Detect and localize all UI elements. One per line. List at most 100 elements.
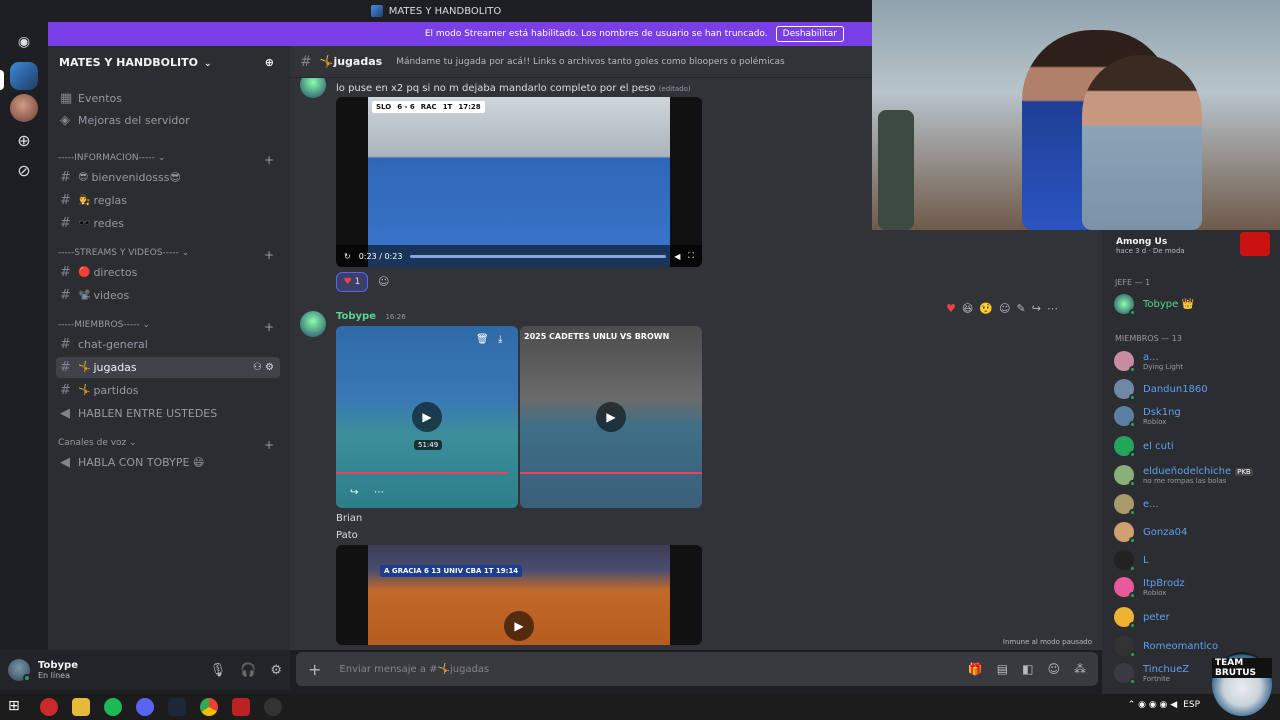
member-item[interactable]: eldueñodelchiche PKB no me rompas las bola… xyxy=(1114,462,1274,488)
channel-settings-icon[interactable]: ⚇ ⚙ xyxy=(253,362,274,373)
add-reaction-icon[interactable]: ☺ xyxy=(378,275,389,288)
disable-streamer-button[interactable]: Deshabilitar xyxy=(775,26,844,42)
message-author[interactable]: Tobype 16:26 xyxy=(336,311,406,322)
steam-icon[interactable] xyxy=(168,698,186,716)
add-server-icon[interactable]: ⊕ xyxy=(10,126,38,154)
replay-icon[interactable]: ↻ xyxy=(344,252,351,261)
member-item[interactable]: Dsk1ng Roblox xyxy=(1114,403,1274,429)
gear-icon[interactable]: ⚙ xyxy=(270,663,282,678)
play-icon[interactable]: ▶ xyxy=(412,402,442,432)
member-item[interactable]: Tobype 👑 xyxy=(1114,291,1274,317)
play-icon[interactable]: ▶ xyxy=(596,402,626,432)
member-item[interactable]: peter xyxy=(1114,604,1274,630)
video-player-4[interactable]: A GRACIA 6 13 UNIV CBA 1T 19:14 ▶ xyxy=(336,545,702,645)
sidebar-item-mejoras[interactable]: ◈ Mejoras del servidor xyxy=(56,110,280,131)
channel-bienvenidosss[interactable]: # 😎 bienvenidosss 😎 xyxy=(56,167,280,188)
slowmode-immune-note: Inmune al modo pausado xyxy=(1002,638,1092,646)
server-mates-y-handbolito[interactable] xyxy=(10,62,38,90)
channel-directos[interactable]: # 🔴 directos xyxy=(56,262,280,283)
video-time: 0:23 / 0:23 xyxy=(358,251,403,261)
avatar xyxy=(1114,550,1136,572)
avatar[interactable] xyxy=(8,659,31,682)
sticker-icon[interactable]: ◧ xyxy=(1022,662,1033,676)
member-item[interactable]: a... Dying Light xyxy=(1114,348,1274,374)
laugh-reaction-icon[interactable]: 😆 xyxy=(962,302,973,315)
member-item[interactable]: ItpBrodz Roblox xyxy=(1114,574,1274,600)
reply-icon[interactable]: ↪ xyxy=(1032,302,1041,315)
apps-icon[interactable]: ⁂ xyxy=(1074,662,1086,676)
discover-icon[interactable]: ⊘ xyxy=(10,156,38,184)
play-icon[interactable]: ▶ xyxy=(504,611,534,641)
emoji-icon[interactable]: ☺ xyxy=(1047,662,1060,676)
category-informacion[interactable]: -----INFORMACION----- ⌄ + xyxy=(58,153,278,167)
obs-icon[interactable] xyxy=(264,698,282,716)
add-channel-icon[interactable]: + xyxy=(264,248,274,262)
add-reaction-icon[interactable]: ☺ xyxy=(999,302,1010,315)
channel-topic[interactable]: Mándame tu jugada por acá!! Links o arch… xyxy=(396,57,785,67)
online-status-dot xyxy=(23,674,31,682)
sidebar-item-eventos[interactable]: ▦ Eventos xyxy=(56,88,280,109)
category-voz[interactable]: Canales de voz ⌄ + xyxy=(58,438,278,452)
add-channel-icon[interactable]: + xyxy=(264,438,274,452)
video-progress-bar[interactable] xyxy=(410,254,667,258)
more-icon[interactable]: ⋯ xyxy=(374,487,384,498)
category-streams[interactable]: -----STREAMS Y VIDEOS----- ⌄ + xyxy=(58,248,278,262)
add-attachment-icon[interactable]: + xyxy=(308,660,321,679)
more-icon[interactable]: ⋯ xyxy=(1047,302,1058,315)
channel-redes[interactable]: # 🕶️ redes xyxy=(56,213,280,234)
gift-icon[interactable]: 🎁 xyxy=(968,662,983,676)
member-item[interactable]: Gonza04 xyxy=(1114,519,1274,545)
channel-jugadas[interactable]: # 🤸 jugadas ⚇ ⚙ xyxy=(56,357,280,378)
category-miembros[interactable]: -----MIEMBROS----- ⌄ + xyxy=(58,320,278,334)
download-icon[interactable]: ⤓ xyxy=(498,334,502,345)
add-channel-icon[interactable]: + xyxy=(264,153,274,167)
windows-start-icon[interactable]: ⊞ xyxy=(8,698,26,716)
trash-icon[interactable]: 🗑 xyxy=(476,334,489,345)
add-channel-icon[interactable]: + xyxy=(264,320,274,334)
channel-chat-general[interactable]: # chat-general xyxy=(56,334,280,355)
chrome-icon[interactable] xyxy=(200,698,218,716)
headphones-icon[interactable]: 🎧 xyxy=(240,663,256,678)
folder-icon[interactable] xyxy=(72,698,90,716)
edit-icon[interactable]: ✎ xyxy=(1017,302,1026,315)
avatar[interactable] xyxy=(300,78,326,98)
invite-icon[interactable]: ⊕ xyxy=(265,56,274,69)
volume-icon[interactable]: ◀ xyxy=(674,252,680,261)
tray-icons[interactable]: ⌃ ◉ ◉ ◉ ◀ xyxy=(1128,700,1177,710)
voice-channel-hablen[interactable]: ◀ HABLEN ENTRE USTEDES xyxy=(56,403,280,424)
member-item[interactable]: Dandun1860 xyxy=(1114,376,1274,402)
member-item[interactable]: L xyxy=(1114,547,1274,573)
share-icon[interactable]: ↪ xyxy=(350,487,358,498)
message-composer[interactable]: + Enviar mensaje a #🤸jugadas 🎁 ▤ ◧ ☺ ⁂ xyxy=(296,652,1098,686)
language-indicator[interactable]: ESP xyxy=(1183,700,1200,710)
gif-icon[interactable]: ▤ xyxy=(997,662,1008,676)
server-header[interactable]: MATES Y HANDBOLITO ⌄ ⊕ xyxy=(48,46,290,78)
avatar[interactable] xyxy=(300,311,326,337)
microphone-icon[interactable]: 🎙 xyxy=(210,663,227,678)
reaction-heart[interactable]: ♥ 1 xyxy=(336,272,368,292)
spotify-icon[interactable] xyxy=(104,698,122,716)
channel-partidos[interactable]: # 🤸 partidos xyxy=(56,380,280,401)
video-title: 2025 CADETES UNLU VS BROWN xyxy=(524,332,670,341)
message-input[interactable]: Enviar mensaje a #🤸jugadas xyxy=(339,664,489,675)
fullscreen-icon[interactable]: ⛶ xyxy=(688,251,694,261)
app-icon[interactable] xyxy=(232,698,250,716)
banner-text: El modo Streamer está habilitado. Los no… xyxy=(424,29,768,39)
discord-home-icon[interactable]: ◉ xyxy=(10,28,38,56)
heart-reaction-icon[interactable]: ♥ xyxy=(946,302,956,315)
scoreboard: SLO 6 - 6 RAC 1T 17:28 xyxy=(372,101,485,113)
member-item[interactable]: el cuti xyxy=(1114,433,1274,459)
video-player-2[interactable]: ▶ 51:49 ↪ ⋯ 🗑 ⤓ xyxy=(336,326,518,508)
server-other[interactable] xyxy=(10,94,38,122)
app-icon[interactable] xyxy=(40,698,58,716)
channel-videos[interactable]: # 📽️ videos xyxy=(56,285,280,306)
thinking-reaction-icon[interactable]: 🤨 xyxy=(979,302,993,315)
video-player-3[interactable]: 2025 CADETES UNLU VS BROWN ▶ xyxy=(520,326,702,508)
discord-icon[interactable] xyxy=(136,698,154,716)
activity-card[interactable]: Among Us hace 3 d · De moda xyxy=(1102,230,1280,262)
video-player-1[interactable]: SLO 6 - 6 RAC 1T 17:28 ↻ 0:23 / 0:23 ◀ ⛶ xyxy=(336,97,702,267)
voice-channel-habla-con-tobype[interactable]: ◀ HABLA CON TOBYPE 😄 xyxy=(56,452,280,473)
channel-reglas[interactable]: # 👨‍⚖️ reglas xyxy=(56,190,280,211)
member-item[interactable]: e... xyxy=(1114,491,1274,517)
video-progress-bar[interactable] xyxy=(336,472,508,474)
